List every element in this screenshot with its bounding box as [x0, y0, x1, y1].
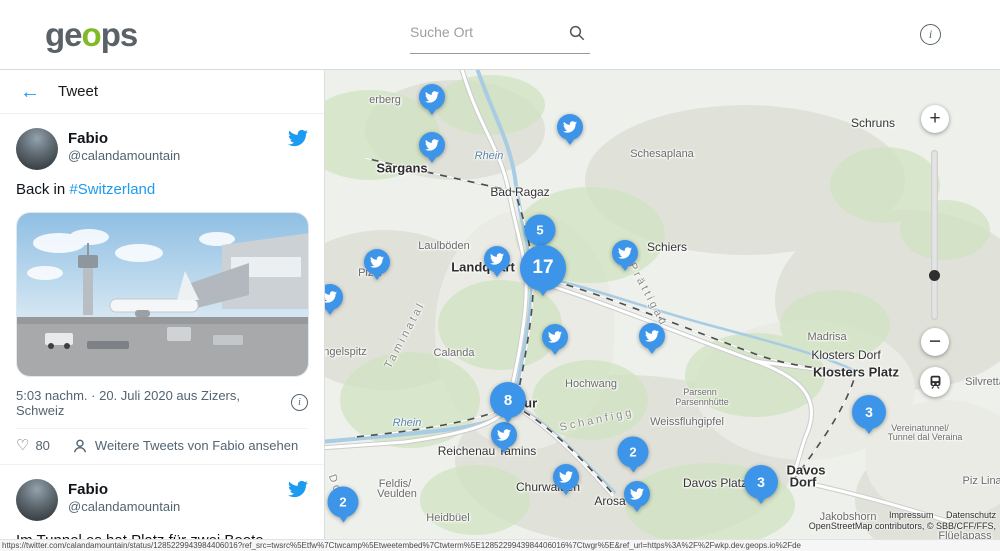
- tweet-cluster-marker[interactable]: 3: [744, 465, 778, 499]
- twitter-bird-icon: [618, 246, 632, 260]
- twitter-bird-icon: [490, 252, 504, 266]
- twitter-bird-icon: [370, 255, 384, 269]
- tweet-panel-header: ← Tweet: [0, 70, 324, 114]
- tweet-card: Fabio @calandamountain Back in #Switzerl…: [0, 114, 324, 465]
- tweet-cluster-marker[interactable]: 2: [618, 437, 649, 468]
- panel-title: Tweet: [58, 83, 98, 100]
- tweet-pin-marker[interactable]: [484, 246, 510, 272]
- more-tweets-label: Weitere Tweets von Fabio ansehen: [95, 438, 298, 453]
- twitter-bird-icon: [425, 90, 439, 104]
- twitter-bird-icon: [325, 290, 337, 304]
- tweet-panel: ← Tweet Fabio @calandamountain Back in #…: [0, 70, 325, 551]
- info-icon[interactable]: i: [920, 24, 941, 45]
- geops-logo[interactable]: geops: [45, 16, 137, 54]
- heart-icon: ♡: [16, 438, 29, 453]
- map-attribution: Impressum Datenschutz OpenStreetMap cont…: [809, 510, 996, 532]
- search-input[interactable]: [410, 14, 560, 50]
- attribution-text: OpenStreetMap contributors, © SBB/CFF/FF…: [809, 521, 996, 532]
- search-field: [410, 14, 590, 54]
- logo-ge: ge: [45, 16, 82, 53]
- tweet-pin-marker[interactable]: [639, 323, 665, 349]
- impressum-link[interactable]: Impressum: [889, 510, 934, 520]
- header: geops i: [0, 0, 1000, 70]
- tweet-photo[interactable]: [16, 212, 309, 377]
- zoom-slider[interactable]: [931, 150, 938, 320]
- zoom-slider-handle[interactable]: [929, 270, 940, 281]
- tweet-pin-marker[interactable]: [364, 249, 390, 275]
- tweet-author[interactable]: Fabio: [68, 130, 288, 147]
- tweet-info-icon[interactable]: i: [291, 394, 308, 411]
- search-icon[interactable]: [568, 24, 586, 42]
- avatar[interactable]: [16, 479, 58, 521]
- tweet-pin-marker[interactable]: [553, 464, 579, 490]
- tweet-cluster-marker[interactable]: 8: [490, 382, 526, 418]
- person-icon: [72, 438, 88, 454]
- zoom-in-button[interactable]: +: [921, 105, 949, 133]
- tweet-cluster-marker[interactable]: 2: [328, 487, 359, 518]
- twitter-icon[interactable]: [288, 479, 308, 499]
- tweet-text-plain: Back in: [16, 181, 69, 198]
- tweet-author[interactable]: Fabio: [68, 481, 288, 498]
- tweet-handle[interactable]: @calandamountain: [68, 499, 288, 514]
- like-button[interactable]: ♡ 80: [16, 438, 50, 453]
- twitter-bird-icon: [645, 329, 659, 343]
- app-window: geops i ← Tweet Fabio @calandamountain: [0, 0, 1000, 551]
- logo-ps: ps: [101, 16, 138, 53]
- twitter-bird-icon: [497, 428, 511, 442]
- map-markers: 517 8 2 3 3 2: [325, 70, 1000, 551]
- avatar[interactable]: [16, 128, 58, 170]
- twitter-bird-icon: [563, 120, 577, 134]
- tweet-pin-marker[interactable]: [624, 481, 650, 507]
- zoom-out-button[interactable]: −: [921, 328, 949, 356]
- train-layer-button[interactable]: [920, 367, 950, 397]
- more-tweets-link[interactable]: Weitere Tweets von Fabio ansehen: [72, 438, 298, 454]
- logo-o: o: [82, 16, 101, 53]
- tweet-text: Back in #Switzerland: [16, 180, 308, 200]
- datenschutz-link[interactable]: Datenschutz: [946, 510, 996, 520]
- twitter-bird-icon: [559, 470, 573, 484]
- tweet-pin-marker[interactable]: [612, 240, 638, 266]
- map[interactable]: erbergSchrunsSargansRheinSchesaplanaBad …: [325, 70, 1000, 551]
- train-icon: [927, 374, 944, 391]
- link-status-bar: https://twitter.com/calandamountain/stat…: [0, 539, 1000, 551]
- twitter-bird-icon: [425, 138, 439, 152]
- tweet-pin-marker[interactable]: [419, 132, 445, 158]
- tweet-cluster-marker[interactable]: 17: [520, 245, 566, 291]
- tweet-pin-marker[interactable]: [557, 114, 583, 140]
- tweet-cluster-marker[interactable]: 5: [525, 215, 556, 246]
- twitter-bird-icon: [630, 487, 644, 501]
- hashtag-link[interactable]: #Switzerland: [69, 181, 155, 198]
- divider: [16, 428, 308, 429]
- like-count: 80: [35, 438, 49, 453]
- tweet-timestamp[interactable]: 5:03 nachm. · 20. Juli 2020 aus Zizers, …: [16, 388, 291, 418]
- twitter-icon[interactable]: [288, 128, 308, 148]
- tweet-pin-marker[interactable]: [542, 324, 568, 350]
- twitter-bird-icon: [548, 330, 562, 344]
- tweet-pin-marker[interactable]: [325, 284, 343, 310]
- tweet-pin-marker[interactable]: [419, 84, 445, 110]
- tweet-cluster-marker[interactable]: 3: [852, 395, 886, 429]
- tweet-handle[interactable]: @calandamountain: [68, 148, 288, 163]
- back-button[interactable]: ←: [20, 82, 40, 102]
